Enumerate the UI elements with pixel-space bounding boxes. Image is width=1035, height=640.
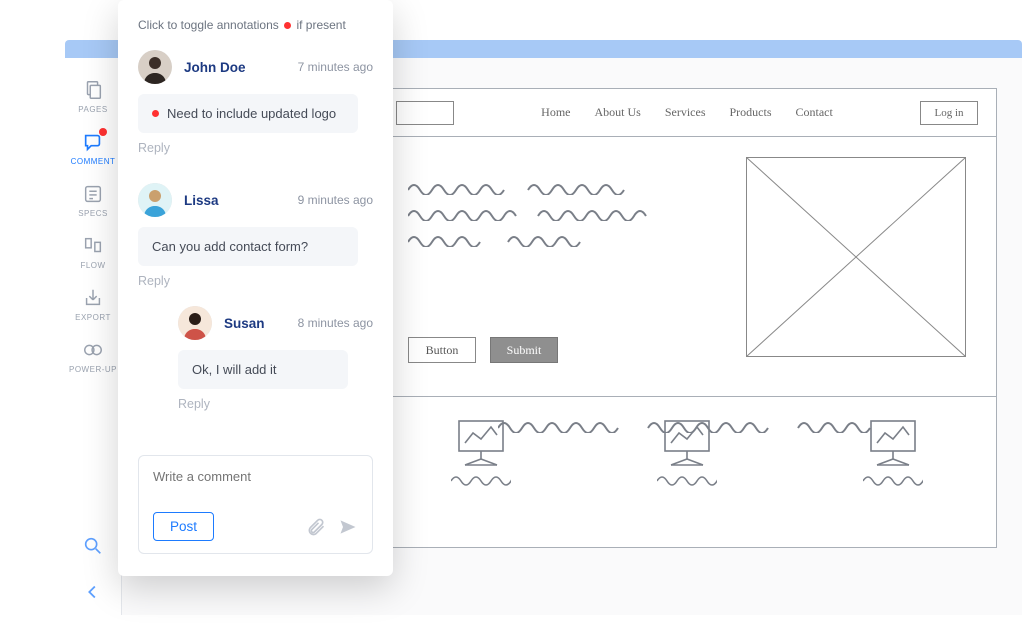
wf-nav-item: Home [541,105,570,120]
comment-text: Need to include updated logo [167,106,336,121]
send-icon[interactable] [338,517,358,537]
wf-nav: Home About Us Services Products Contact [454,105,920,120]
avatar[interactable] [138,50,172,84]
reply-button[interactable]: Reply [138,274,170,288]
artboard[interactable]: Home About Us Services Products Contact … [377,88,997,548]
post-button[interactable]: Post [153,512,214,541]
comment-author[interactable]: Lissa [184,193,219,208]
reply-button[interactable]: Reply [178,397,210,411]
powerup-icon [82,339,104,361]
wf-submit-button: Submit [490,337,558,363]
specs-icon [82,183,104,205]
rail-item-export[interactable]: EXPORT [65,278,121,330]
export-icon [82,287,104,309]
annotation-dot-icon [284,22,291,29]
comment-body[interactable]: Can you add contact form? [138,227,358,266]
rail-label: COMMENT [71,157,116,166]
wf-logo-placeholder [396,101,454,125]
collapse-button[interactable] [82,581,104,603]
flow-icon [82,235,104,257]
comment-composer: Post [138,455,373,554]
comment: Lissa 9 minutes ago Can you add contact … [138,183,373,429]
wf-nav-item: Products [730,105,772,120]
comment-time: 9 minutes ago [298,193,373,207]
attach-icon[interactable] [306,517,326,537]
comment-text: Ok, I will add it [192,362,277,377]
comment-time: 8 minutes ago [298,316,373,330]
wf-feature [863,417,923,525]
reply-button[interactable]: Reply [138,141,170,155]
rail-label: EXPORT [75,313,111,322]
hint-text: if present [296,18,345,32]
zoom-button[interactable] [82,535,104,557]
wf-image-placeholder [746,157,966,357]
wf-text-scribble [498,419,898,433]
wf-nav-item: Services [665,105,706,120]
rail-item-comment[interactable]: COMMENT [65,122,121,174]
rail-item-specs[interactable]: SPECS [65,174,121,226]
wf-nav-item: About Us [595,105,641,120]
pages-icon [82,79,104,101]
comment-text: Can you add contact form? [152,239,308,254]
hint-text: Click to toggle annotations [138,18,279,32]
comment-author[interactable]: Susan [224,316,265,331]
comment-time: 7 minutes ago [298,60,373,74]
comment-input[interactable] [153,469,358,484]
comment-reply: Susan 8 minutes ago Ok, I will add it Re… [138,306,373,429]
wf-nav-item: Contact [796,105,833,120]
wf-text-scribble [408,181,668,195]
notification-dot [99,128,107,136]
rail-label: PAGES [78,105,107,114]
wf-text-scribble [408,207,688,221]
comment-author[interactable]: John Doe [184,60,246,75]
wf-text-scribble [408,233,618,247]
rail-item-pages[interactable]: PAGES [65,70,121,122]
wf-feature [451,417,511,525]
rail-item-flow[interactable]: FLOW [65,226,121,278]
wf-button: Button [408,337,476,363]
rail-label: SPECS [78,209,108,218]
annotation-hint: Click to toggle annotations if present [138,18,373,32]
comment-thread: John Doe 7 minutes ago Need to include u… [138,50,373,439]
rail-label: FLOW [80,261,105,270]
rail-label: POWER-UP [69,365,117,374]
wf-hero: Button Submit [378,137,996,397]
comment-body[interactable]: Need to include updated logo [138,94,358,133]
avatar[interactable] [138,183,172,217]
wf-features [378,397,996,547]
avatar[interactable] [178,306,212,340]
comment-body[interactable]: Ok, I will add it [178,350,348,389]
comment-panel: Click to toggle annotations if present J… [118,0,393,576]
annotation-dot-icon [152,110,159,117]
rail-item-powerup[interactable]: POWER-UP [65,330,121,382]
comment: John Doe 7 minutes ago Need to include u… [138,50,373,173]
side-rail: PAGES COMMENT SPECS FLOW [65,58,122,615]
wf-login-button: Log in [920,101,978,125]
wf-header: Home About Us Services Products Contact … [378,89,996,137]
wf-feature [657,417,717,525]
